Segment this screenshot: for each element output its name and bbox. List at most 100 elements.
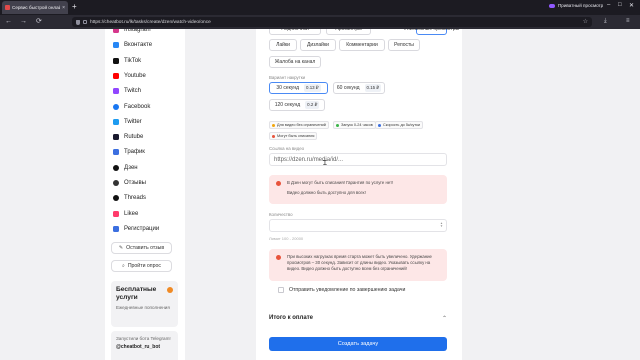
tag-dot-icon bbox=[378, 123, 381, 127]
platform-icon bbox=[113, 103, 119, 110]
service-type-chip[interactable]: Репосты bbox=[388, 39, 420, 51]
quantity-stepper-icon[interactable]: ▲ ▼ bbox=[440, 222, 443, 228]
text-cursor-icon: Ɪ bbox=[323, 159, 327, 167]
address-bar[interactable]: https://cheatbot.ru/lk/tasks/create/dzen… bbox=[72, 17, 592, 27]
platform-icon bbox=[113, 29, 119, 33]
take-survey-button[interactable]: ⌕ Пройти опрос bbox=[111, 260, 172, 272]
page-viewport: Instagram Вконтакте TikTok Youtube Twitch Fac… bbox=[0, 29, 640, 360]
service-type-chip[interactable]: Дизлайки bbox=[300, 39, 336, 51]
site-favicon-icon bbox=[5, 5, 10, 10]
feature-tag-label: Могут быть списания bbox=[277, 134, 315, 138]
warning-alert-2: При высоких нагрузках время старта может… bbox=[269, 249, 447, 281]
minimize-button[interactable]: – bbox=[607, 2, 610, 8]
maximize-button[interactable]: □ bbox=[618, 2, 622, 8]
duration-label: 30 секунд bbox=[276, 85, 300, 91]
video-link-input[interactable]: https://dzen.ru/media/id/... bbox=[269, 153, 447, 166]
duration-label: 60 секунд bbox=[336, 85, 360, 91]
sidebar-item-вконтакте[interactable]: Вконтакте bbox=[113, 40, 152, 50]
feature-tag: Для видео без ограничений bbox=[269, 121, 329, 129]
sidebar-item-label: Youtube bbox=[124, 72, 146, 79]
platform-icon bbox=[113, 195, 119, 202]
notify-label: Отправить уведомление по завершению зада… bbox=[289, 287, 406, 293]
chat-icon: ✎ bbox=[118, 245, 124, 251]
alert1-line2: Видео должно быть доступно для всех! bbox=[287, 190, 366, 195]
service-type-chip[interactable]: Подписчики bbox=[269, 29, 321, 35]
total-section[interactable]: Итого к оплате ⌃ bbox=[269, 315, 447, 322]
telegram-bot-card[interactable]: Запустили бота Telegram! @cheatbot_ru_bo… bbox=[111, 331, 178, 360]
platform-icon bbox=[113, 149, 119, 156]
task-form: Подписчики Просмотры Уникальные просмотры Л… bbox=[256, 29, 462, 360]
sidebar-item-instagram[interactable]: Instagram bbox=[113, 29, 151, 35]
coin-icon bbox=[167, 287, 173, 293]
feature-tag-label: Скорость до 5к/сутки bbox=[383, 123, 420, 127]
lock-icon[interactable] bbox=[83, 20, 87, 24]
sidebar-item-label: Facebook bbox=[124, 103, 151, 110]
service-type-chip[interactable]: Комментарии bbox=[339, 39, 385, 51]
browser-tab[interactable]: Сервис быстрой онлайн-накр × bbox=[2, 1, 68, 14]
telegram-bot-handle[interactable]: @cheatbot_ru_bot bbox=[116, 344, 173, 350]
feature-tag: Скорость до 5к/сутки bbox=[375, 121, 423, 129]
platform-icon bbox=[113, 42, 119, 49]
duration-label: 120 секунд bbox=[274, 102, 301, 108]
service-type-chip[interactable]: Жалоба на канал bbox=[269, 56, 321, 68]
leave-review-button[interactable]: ✎ Оставить отзыв bbox=[111, 242, 172, 254]
forward-button[interactable]: → bbox=[20, 17, 27, 27]
service-type-chip[interactable]: Просмотры bbox=[326, 29, 371, 35]
duration-price: 0.15 ₽ bbox=[364, 84, 382, 92]
chevron-up-icon[interactable]: ⌃ bbox=[442, 315, 447, 322]
sidebar-item-rutube[interactable]: Rutube bbox=[113, 132, 143, 142]
search-icon: ⌕ bbox=[122, 263, 125, 269]
total-label: Итого к оплате bbox=[269, 315, 313, 321]
url-text[interactable]: https://cheatbot.ru/lk/tasks/create/dzen… bbox=[90, 20, 211, 25]
sidebar-item-threads[interactable]: Threads bbox=[113, 193, 146, 203]
reload-button[interactable]: ⟳ bbox=[36, 17, 42, 27]
sidebar-item-twitch[interactable]: Twitch bbox=[113, 86, 141, 96]
video-link-placeholder: https://dzen.ru/media/id/... bbox=[274, 156, 344, 163]
sidebar-item-трафик[interactable]: Трафик bbox=[113, 147, 145, 157]
notify-checkbox-row[interactable]: Отправить уведомление по завершению зада… bbox=[278, 287, 405, 293]
service-type-chip[interactable]: Лайки bbox=[269, 39, 297, 51]
free-services-title: Бесплатные услуги bbox=[116, 286, 157, 301]
feature-tag: Запуск 0-24 часов bbox=[333, 121, 376, 129]
warning-icon bbox=[276, 181, 281, 186]
quantity-input[interactable]: ▲ ▼ bbox=[269, 219, 447, 232]
duration-option[interactable]: 30 секунд 0.13 ₽ bbox=[269, 82, 328, 94]
sidebar-item-регистрации[interactable]: Регистрации bbox=[113, 224, 159, 234]
duration-option[interactable]: 60 секунд 0.15 ₽ bbox=[333, 82, 385, 94]
notify-checkbox[interactable] bbox=[278, 287, 284, 293]
back-button[interactable]: ← bbox=[5, 17, 12, 27]
platform-icon bbox=[113, 164, 119, 171]
sidebar-item-twitter[interactable]: Twitter bbox=[113, 117, 142, 127]
sidebar-item-label: TikTok bbox=[124, 57, 142, 64]
sidebar-item-label: Threads bbox=[124, 195, 147, 202]
warning-alert-1: В Дзен могут быть списания! Гарантия по … bbox=[269, 175, 447, 204]
sidebar-item-дзен[interactable]: Дзен bbox=[113, 163, 138, 173]
sidebar-item-label: Instagram bbox=[124, 29, 151, 33]
menu-icon[interactable]: ≡ bbox=[626, 18, 630, 24]
duration-option[interactable]: 120 секунд 0.2 ₽ bbox=[269, 99, 325, 111]
sidebar-item-label: Likee bbox=[124, 210, 139, 217]
new-tab-button[interactable]: + bbox=[72, 2, 77, 12]
quantity-hint: Лимит 100 - 20000 bbox=[269, 236, 304, 241]
link-label: Ссылка на видео bbox=[269, 146, 305, 151]
sidebar-item-label: Трафик bbox=[124, 149, 145, 156]
sidebar-item-facebook[interactable]: Facebook bbox=[113, 102, 150, 112]
platform-icon bbox=[113, 88, 119, 95]
duration-label: Вариант накрутки bbox=[269, 75, 306, 80]
free-services-card[interactable]: Бесплатные услуги Ежедневные пополнения bbox=[111, 281, 178, 327]
service-type-chip[interactable]: Уникальные просмотры bbox=[404, 29, 459, 35]
sidebar-item-tiktok[interactable]: TikTok bbox=[113, 56, 141, 66]
sidebar-item-отзывы[interactable]: Отзывы bbox=[113, 178, 146, 188]
bookmark-star-icon[interactable]: ☆ bbox=[583, 18, 588, 25]
sidebar-item-likee[interactable]: Likee bbox=[113, 209, 138, 219]
private-mask-icon bbox=[549, 3, 555, 8]
platform-icon bbox=[113, 57, 119, 64]
tab-close-icon[interactable]: × bbox=[62, 5, 65, 11]
feature-tag: Могут быть списания bbox=[269, 132, 318, 140]
sidebar-item-youtube[interactable]: Youtube bbox=[113, 71, 146, 81]
tracking-shield-icon[interactable] bbox=[76, 19, 80, 25]
tag-dot-icon bbox=[272, 134, 275, 138]
download-icon[interactable]: ⤓ bbox=[604, 18, 607, 25]
create-task-button[interactable]: Создать задачу bbox=[269, 337, 447, 351]
close-window-button[interactable]: ✕ bbox=[629, 2, 634, 9]
